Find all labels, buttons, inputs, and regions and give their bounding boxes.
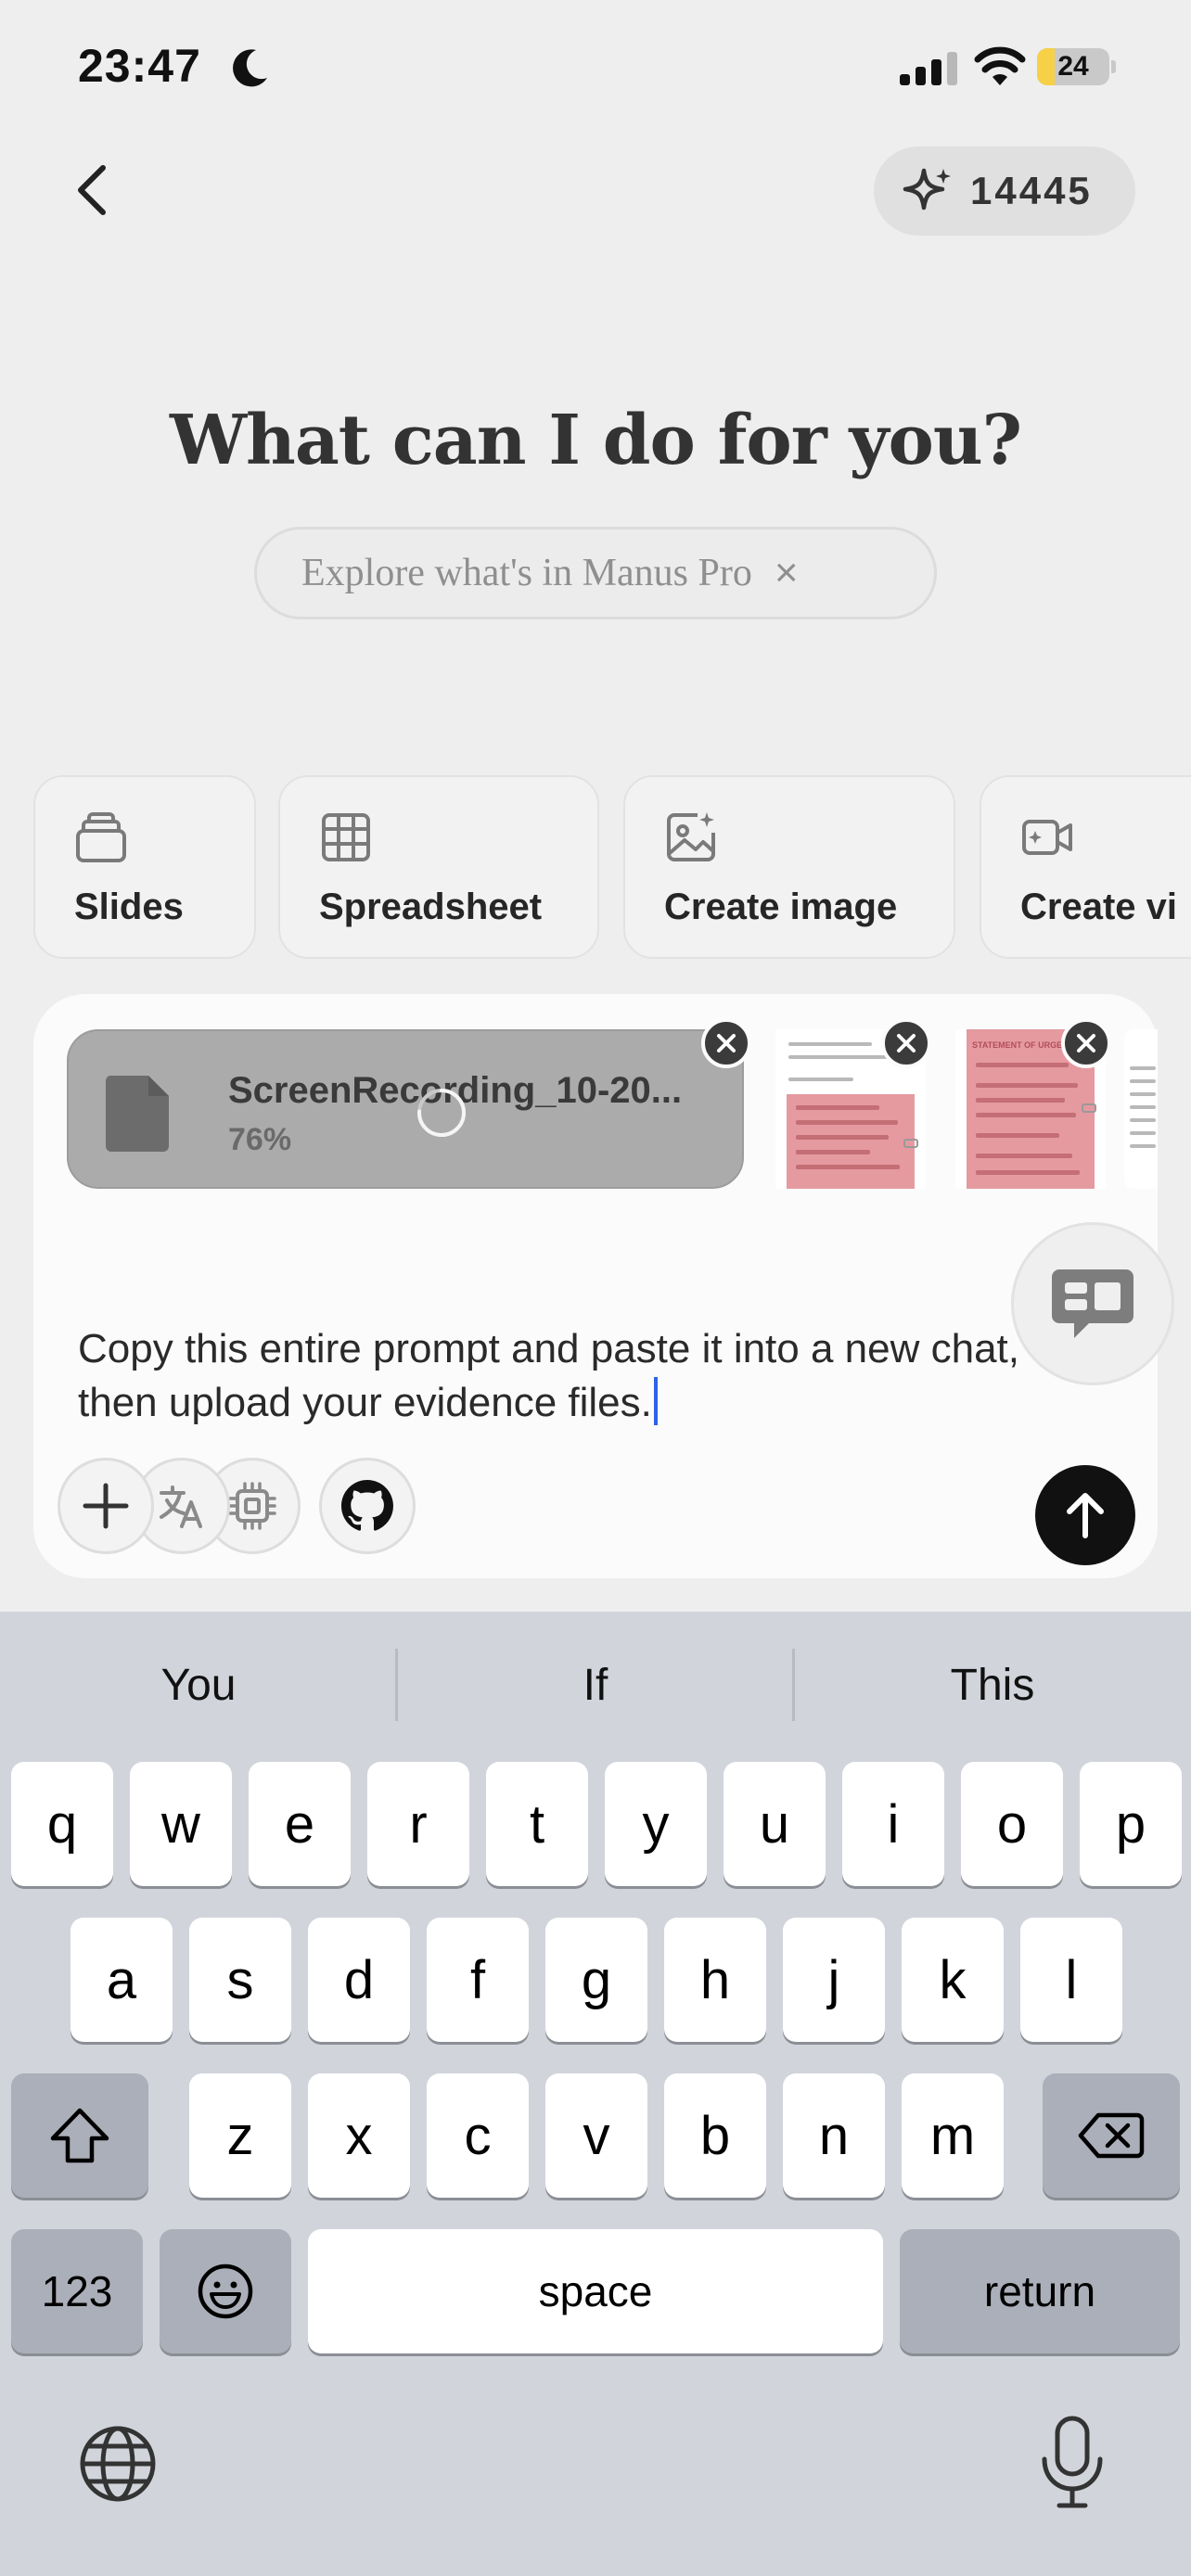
key[interactable]: l	[1020, 1918, 1122, 2042]
key[interactable]: v	[545, 2073, 647, 2198]
attachment-thumbnail[interactable]	[1124, 1029, 1158, 1189]
emoji-icon	[198, 2264, 253, 2319]
key[interactable]: o	[961, 1762, 1063, 1886]
prompt-input-value: Copy this entire prompt and paste it int…	[78, 1326, 1020, 1425]
key[interactable]: e	[249, 1762, 351, 1886]
key[interactable]: w	[130, 1762, 232, 1886]
key[interactable]: n	[783, 2073, 885, 2198]
globe-icon	[80, 2426, 156, 2502]
remove-attachment-button[interactable]	[1061, 1018, 1111, 1068]
key[interactable]: a	[70, 1918, 173, 2042]
tool-shortcuts: Slides Spreadsheet Create image Create v…	[33, 775, 1191, 961]
github-button[interactable]	[319, 1458, 416, 1554]
close-icon[interactable]: ×	[775, 553, 799, 593]
suggestion-item[interactable]: You	[0, 1612, 397, 1760]
attachment-progress: 76%	[228, 1122, 292, 1157]
text-caret	[653, 1377, 658, 1425]
chat-bubble-icon	[1052, 1269, 1133, 1338]
tool-create-video[interactable]: Create vi	[980, 775, 1191, 959]
shift-key[interactable]	[11, 2073, 148, 2198]
close-icon	[1077, 1034, 1095, 1052]
chevron-left-icon	[78, 165, 106, 215]
image-sparkle-icon	[667, 812, 715, 861]
key[interactable]: q	[11, 1762, 113, 1886]
tool-create-image[interactable]: Create image	[623, 775, 955, 959]
battery-indicator: 24	[1037, 48, 1117, 85]
delete-key[interactable]	[1043, 2073, 1180, 2198]
table-icon	[322, 813, 370, 861]
key[interactable]: i	[842, 1762, 944, 1886]
stack-icon	[76, 812, 126, 862]
wifi-icon	[974, 46, 1026, 85]
credits-button[interactable]: 14445	[874, 147, 1135, 236]
close-icon	[717, 1034, 736, 1052]
microphone-icon	[1042, 2416, 1103, 2508]
arrow-up-icon	[1067, 1493, 1104, 1538]
globe-button[interactable]	[76, 2422, 160, 2506]
key[interactable]: u	[724, 1762, 826, 1886]
space-key[interactable]: space	[308, 2229, 883, 2353]
key[interactable]: r	[367, 1762, 469, 1886]
key[interactable]: k	[902, 1918, 1004, 2042]
dictation-button[interactable]	[1035, 2415, 1109, 2511]
sparkle-icon	[903, 168, 951, 210]
chip-icon	[228, 1482, 276, 1530]
key[interactable]: c	[427, 2073, 529, 2198]
key[interactable]: f	[427, 1918, 529, 2042]
remove-attachment-button[interactable]	[701, 1018, 751, 1068]
tool-spreadsheet[interactable]: Spreadsheet	[278, 775, 599, 959]
composer: ScreenRecording_10-20... 76% STATEMENT O…	[33, 994, 1158, 1578]
status-time: 23:47	[78, 40, 201, 92]
keyboard: You If This q w e r t y u i o p a s d f …	[0, 1612, 1191, 2576]
github-icon	[341, 1480, 393, 1531]
key[interactable]: j	[783, 1918, 885, 2042]
add-attachment-button[interactable]	[58, 1458, 154, 1554]
numbers-key[interactable]: 123	[11, 2229, 143, 2353]
cellular-signal-icon	[900, 52, 957, 85]
key[interactable]: s	[189, 1918, 291, 2042]
key[interactable]: m	[902, 2073, 1004, 2198]
send-button[interactable]	[1035, 1465, 1135, 1565]
promo-pill[interactable]: Explore what's in Manus Pro ×	[254, 527, 937, 619]
backspace-icon	[1078, 2112, 1145, 2159]
tool-label: Spreadsheet	[319, 886, 543, 927]
translate-icon	[160, 1486, 202, 1528]
remove-attachment-button[interactable]	[881, 1018, 931, 1068]
feedback-chat-button[interactable]	[1011, 1222, 1174, 1385]
return-key[interactable]: return	[900, 2229, 1180, 2353]
battery-level: 24	[1057, 51, 1089, 82]
video-icon	[1022, 820, 1072, 855]
page-title: What can I do for you?	[169, 401, 1022, 480]
moon-icon	[233, 49, 267, 87]
attachment-file[interactable]: ScreenRecording_10-20... 76%	[67, 1029, 744, 1189]
key[interactable]: x	[308, 2073, 410, 2198]
status-bar: 23:47 24	[0, 0, 1191, 139]
key[interactable]: g	[545, 1918, 647, 2042]
tool-slides[interactable]: Slides	[33, 775, 256, 959]
loading-spinner-icon	[417, 1089, 466, 1137]
tool-label: Create image	[664, 886, 898, 927]
credits-count: 14445	[970, 169, 1093, 212]
key[interactable]: z	[189, 2073, 291, 2198]
close-icon	[897, 1034, 916, 1052]
emoji-key[interactable]	[160, 2229, 291, 2353]
tool-label: Slides	[74, 886, 184, 927]
plus-icon	[83, 1483, 129, 1529]
key[interactable]: d	[308, 1918, 410, 2042]
file-icon	[105, 1076, 169, 1152]
key[interactable]: p	[1080, 1762, 1182, 1886]
promo-text: Explore what's in Manus Pro	[301, 552, 752, 594]
back-button[interactable]	[61, 158, 122, 223]
key[interactable]: b	[664, 2073, 766, 2198]
key[interactable]: t	[486, 1762, 588, 1886]
suggestion-item[interactable]: If	[397, 1612, 794, 1760]
key[interactable]: y	[605, 1762, 707, 1886]
prompt-input[interactable]: Copy this entire prompt and paste it int…	[78, 1322, 1080, 1430]
shift-icon	[50, 2108, 109, 2163]
tool-label: Create vi	[1020, 886, 1177, 927]
suggestion-item[interactable]: This	[794, 1612, 1191, 1760]
key[interactable]: h	[664, 1918, 766, 2042]
predictive-bar: You If This	[0, 1612, 1191, 1760]
